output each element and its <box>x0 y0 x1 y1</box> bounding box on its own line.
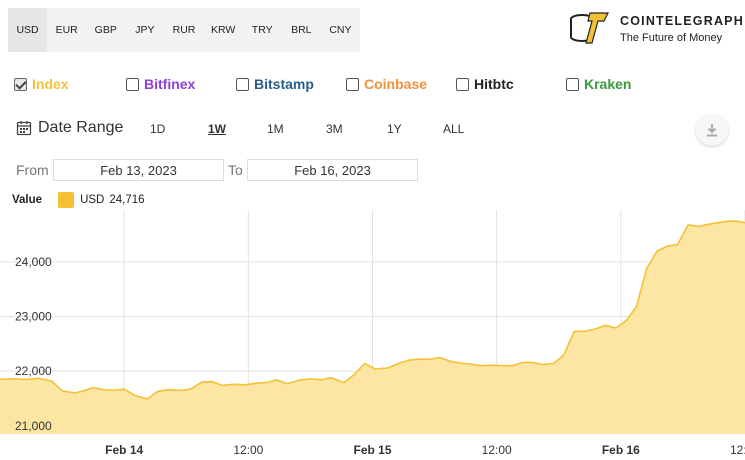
legend-title: Value <box>12 194 43 206</box>
range-button-1w[interactable]: 1W <box>208 122 226 136</box>
source-toggle-bitfinex[interactable]: Bitfinex <box>126 76 195 92</box>
chart-legend: Value USD 24,716 <box>12 192 145 208</box>
range-button-all[interactable]: ALL <box>443 122 464 136</box>
source-toggle-kraken[interactable]: Kraken <box>566 76 631 92</box>
y-tick-label: 23,000 <box>15 310 52 324</box>
currency-tab-gbp[interactable]: GBP <box>86 8 125 52</box>
download-button[interactable] <box>696 114 728 146</box>
source-toggle-coinbase[interactable]: Coinbase <box>346 76 427 92</box>
price-chart[interactable]: 21,000 22,000 23,000 24,000 Feb 14 12:00 Feb 1… <box>0 210 745 460</box>
source-label: Coinbase <box>364 76 428 92</box>
checkbox-icon[interactable] <box>346 77 359 91</box>
source-toggle-index[interactable]: Index <box>14 76 69 92</box>
x-tick-label: Feb 16 <box>602 443 640 457</box>
y-tick-label: 21,000 <box>15 419 52 433</box>
currency-tab-brl[interactable]: BRL <box>282 8 321 52</box>
checkbox-icon[interactable] <box>14 77 27 91</box>
legend-swatch <box>58 192 75 208</box>
cointelegraph-logo-icon <box>570 12 609 44</box>
checkbox-icon[interactable] <box>126 77 139 91</box>
checkbox-icon[interactable] <box>236 77 249 91</box>
to-date-input[interactable] <box>247 159 418 181</box>
checkbox-icon[interactable] <box>566 77 579 91</box>
currency-tab-usd[interactable]: USD <box>8 8 48 52</box>
legend-currency: USD <box>80 194 105 206</box>
x-tick-label: Feb 15 <box>353 443 391 457</box>
from-date-input[interactable] <box>53 159 224 181</box>
brand-name: COINTELEGRAPH <box>620 14 744 28</box>
range-button-3m[interactable]: 3M <box>326 122 343 136</box>
currency-tab-rur[interactable]: RUR <box>164 8 203 52</box>
currency-tab-try[interactable]: TRY <box>243 8 282 52</box>
y-tick-label: 22,000 <box>15 364 52 378</box>
currency-selector: USD EUR GBP JPY RUR KRW TRY BRL CNY <box>8 8 360 52</box>
brand-tagline: The Future of Money <box>620 32 723 44</box>
brand-logo-block[interactable]: COINTELEGRAPH The Future of Money <box>568 8 744 50</box>
currency-tab-jpy[interactable]: JPY <box>125 8 164 52</box>
source-label: Index <box>32 76 69 92</box>
x-tick-label: 12:00 <box>730 443 745 457</box>
legend-value: 24,716 <box>109 194 145 206</box>
calendar-icon <box>16 121 32 136</box>
y-tick-label: 24,000 <box>15 255 52 269</box>
currency-tab-cny[interactable]: CNY <box>321 8 360 52</box>
date-range-toolbar: Date Range 1D 1W 1M 3M 1Y ALL <box>16 114 736 146</box>
source-label: Bitstamp <box>254 76 314 92</box>
currency-tab-krw[interactable]: KRW <box>204 8 243 52</box>
x-tick-label: 12:00 <box>482 443 512 457</box>
x-tick-label: Feb 14 <box>105 443 143 457</box>
source-label: Bitfinex <box>144 76 196 92</box>
source-toggle-hitbtc[interactable]: Hitbtc <box>456 76 514 92</box>
x-tick-label: 12:00 <box>233 443 263 457</box>
range-button-1y[interactable]: 1Y <box>387 122 402 136</box>
checkbox-icon[interactable] <box>456 77 469 91</box>
currency-tab-eur[interactable]: EUR <box>47 8 86 52</box>
from-label: From <box>16 162 49 178</box>
source-label: Hitbtc <box>474 76 514 92</box>
range-button-1m[interactable]: 1M <box>267 122 284 136</box>
download-icon <box>707 124 717 137</box>
date-range-label: Date Range <box>16 119 123 137</box>
range-button-1d[interactable]: 1D <box>150 122 165 136</box>
source-label: Kraken <box>584 76 632 92</box>
source-toggle-bitstamp[interactable]: Bitstamp <box>236 76 314 92</box>
to-label: To <box>228 162 243 178</box>
